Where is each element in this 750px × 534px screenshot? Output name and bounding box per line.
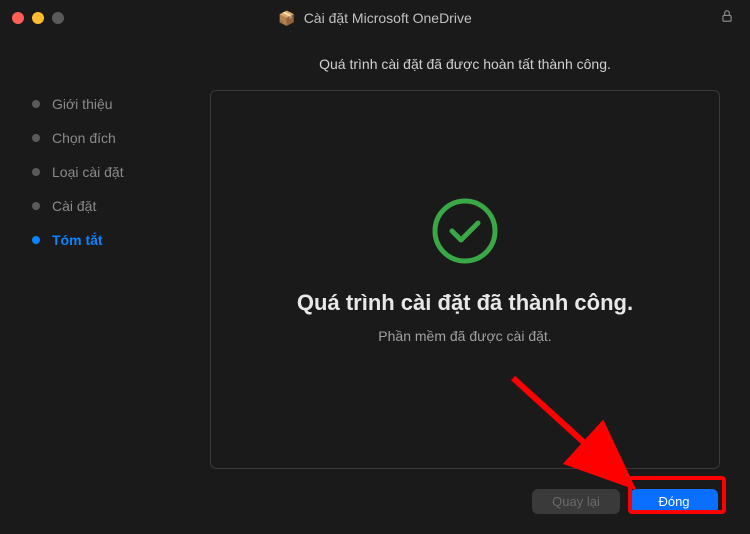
sidebar-step-type: Loại cài đặt <box>32 164 190 180</box>
button-row: Quay lại Đóng <box>210 489 720 514</box>
sidebar-step-summary: Tóm tắt <box>32 232 190 248</box>
main-panel: Quá trình cài đặt đã được hoàn tất thành… <box>190 36 750 534</box>
step-bullet-icon <box>32 100 40 108</box>
close-button[interactable]: Đóng <box>630 489 718 514</box>
window-title-text: Cài đặt Microsoft OneDrive <box>304 10 472 26</box>
back-button: Quay lại <box>532 489 620 514</box>
titlebar: 📦 Cài đặt Microsoft OneDrive <box>0 0 750 36</box>
maximize-window-button <box>52 12 64 24</box>
sidebar: Giới thiệu Chọn đích Loại cài đặt Cài đặ… <box>0 36 190 534</box>
minimize-window-button[interactable] <box>32 12 44 24</box>
window-controls <box>12 12 64 24</box>
sidebar-step-destination: Chọn đích <box>32 130 190 146</box>
result-panel: Quá trình cài đặt đã thành công. Phần mề… <box>210 90 720 469</box>
success-title: Quá trình cài đặt đã thành công. <box>297 290 633 316</box>
package-icon: 📦 <box>278 10 295 27</box>
success-checkmark-icon <box>430 196 500 266</box>
step-label: Cài đặt <box>52 198 96 214</box>
close-window-button[interactable] <box>12 12 24 24</box>
page-header: Quá trình cài đặt đã được hoàn tất thành… <box>210 56 720 72</box>
window-title: 📦 Cài đặt Microsoft OneDrive <box>278 10 472 27</box>
step-bullet-icon <box>32 202 40 210</box>
content-area: Giới thiệu Chọn đích Loại cài đặt Cài đặ… <box>0 36 750 534</box>
step-bullet-icon <box>32 134 40 142</box>
step-label: Tóm tắt <box>52 232 103 248</box>
sidebar-step-install: Cài đặt <box>32 198 190 214</box>
step-label: Giới thiệu <box>52 96 113 112</box>
success-subtitle: Phần mềm đã được cài đặt. <box>378 328 551 344</box>
step-label: Chọn đích <box>52 130 116 146</box>
lock-icon <box>720 9 734 28</box>
step-label: Loại cài đặt <box>52 164 124 180</box>
step-bullet-icon <box>32 236 40 244</box>
step-bullet-icon <box>32 168 40 176</box>
sidebar-step-intro: Giới thiệu <box>32 96 190 112</box>
